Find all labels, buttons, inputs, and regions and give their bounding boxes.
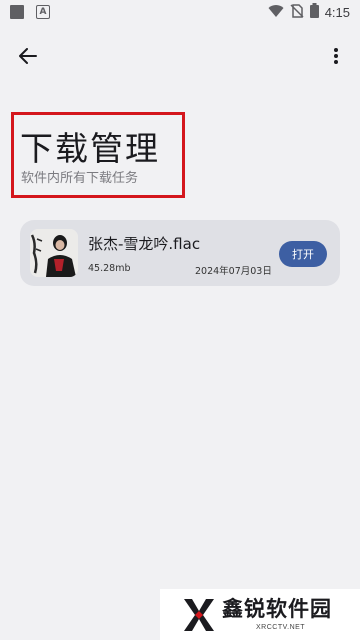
- album-cover-image: [30, 229, 78, 277]
- file-size: 45.28mb: [88, 263, 131, 274]
- watermark: 鑫锐软件园 XRCCTV.NET: [160, 589, 360, 640]
- status-right: 4:15: [268, 2, 350, 22]
- more-options-button[interactable]: [322, 42, 350, 70]
- status-time: 4:15: [324, 4, 350, 20]
- status-left: A: [10, 5, 50, 19]
- app-notification-icon: [10, 5, 24, 19]
- arrow-left-icon: [19, 48, 37, 64]
- page-title: 下载管理: [20, 129, 160, 168]
- brand-logo-icon: [184, 599, 214, 631]
- page-subtitle: 软件内所有下载任务: [21, 171, 139, 186]
- watermark-site: XRCCTV.NET: [256, 624, 306, 631]
- back-button[interactable]: [14, 42, 42, 70]
- no-sim-icon: [290, 3, 304, 22]
- file-date: 2024年07月03日: [195, 266, 272, 277]
- a-notification-icon: A: [36, 5, 50, 19]
- status-bar: A 4:15: [0, 0, 360, 24]
- toolbar: [0, 36, 360, 76]
- open-button[interactable]: 打开: [279, 241, 327, 267]
- file-name: 张杰-雪龙吟.flac: [88, 235, 201, 253]
- more-vert-icon: [334, 48, 338, 64]
- download-item[interactable]: 张杰-雪龙吟.flac 45.28mb 2024年07月03日 打开: [20, 220, 340, 286]
- battery-icon: [309, 2, 319, 22]
- watermark-brand: 鑫锐软件园: [222, 597, 332, 621]
- wifi-icon: [268, 3, 284, 22]
